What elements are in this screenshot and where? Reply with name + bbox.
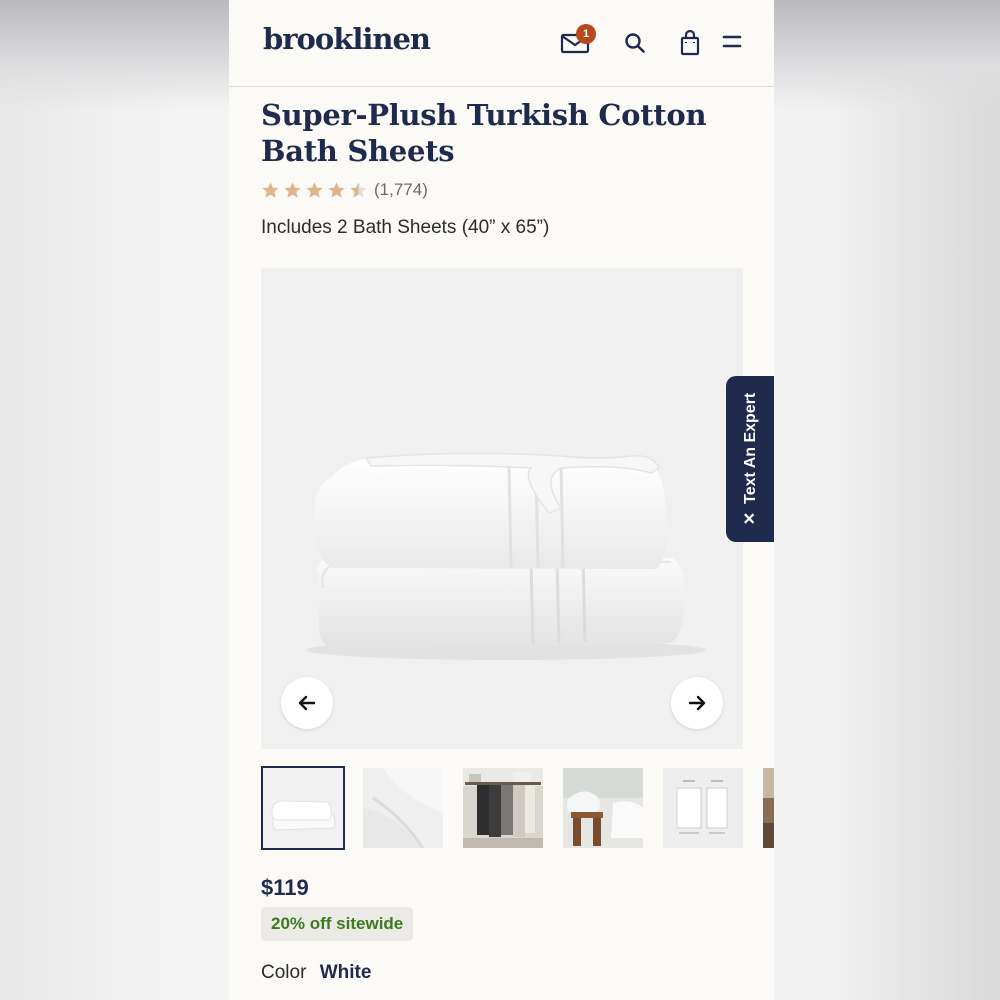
menu-icon[interactable] (716, 27, 748, 59)
sale-badge: 20% off sitewide (261, 907, 414, 941)
brand-logo[interactable]: brooklinen (263, 22, 431, 56)
star-icon (306, 181, 323, 198)
half-star-icon (350, 181, 367, 198)
product-title: Super-Plush Turkish Cotton Bath Sheets (261, 98, 707, 168)
rating-count[interactable]: (1,774) (374, 180, 428, 200)
star-icon (284, 181, 301, 198)
product-image-gallery[interactable] (261, 268, 743, 749)
thumbnail-towel-closeup[interactable] (363, 768, 443, 848)
close-icon[interactable]: ✕ (742, 512, 759, 525)
product-includes: Includes 2 Bath Sheets (40” x 65”) (261, 217, 550, 238)
search-icon[interactable] (620, 27, 652, 59)
product-rating[interactable]: (1,774) (261, 180, 428, 200)
star-icon (262, 181, 279, 198)
thumbnail-towels-on-stool[interactable] (563, 768, 643, 848)
thumbnail-towels-on-rack[interactable] (463, 768, 543, 848)
text-an-expert-label[interactable]: ✕ Text An Expert (740, 393, 760, 526)
product-price: $119 (261, 875, 309, 900)
mail-badge: 1 (576, 24, 596, 44)
arrow-right-icon (688, 695, 706, 711)
thumbnail-folded-towels[interactable] (261, 766, 345, 850)
thumbnail-strip (261, 766, 774, 850)
color-selector: Color White (261, 962, 371, 984)
thumbnail-size-chart[interactable] (663, 768, 743, 848)
bag-icon[interactable] (674, 27, 706, 59)
towel-stack-image (306, 452, 706, 660)
mobile-page: brooklinen 1 Super-Plush Turkish Cotton … (229, 0, 774, 1000)
star-icon (328, 181, 345, 198)
gallery-next-button[interactable] (671, 677, 723, 729)
gallery-prev-button[interactable] (281, 677, 333, 729)
arrow-left-icon (298, 695, 316, 711)
site-header: brooklinen 1 (229, 0, 774, 87)
color-label: Color (261, 962, 307, 983)
expert-tab-text: Text An Expert (742, 392, 759, 504)
color-value: White (319, 962, 372, 983)
thumbnail-partial[interactable] (763, 768, 774, 848)
text-an-expert-tab[interactable]: ✕ Text An Expert (726, 376, 774, 542)
